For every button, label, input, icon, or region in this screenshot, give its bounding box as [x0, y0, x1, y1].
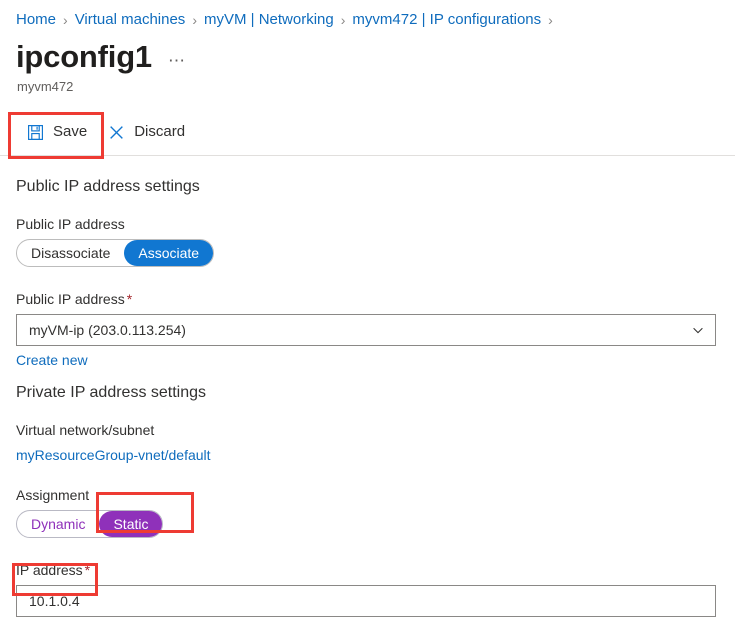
discard-button[interactable]: Discard	[97, 113, 195, 151]
save-button[interactable]: Save	[16, 113, 97, 151]
public-ip-section-heading: Public IP address settings	[16, 178, 200, 195]
ip-address-input[interactable]	[16, 585, 716, 617]
form-body: Public IP address settings Public IP add…	[0, 154, 735, 617]
close-x-icon	[107, 123, 125, 141]
save-floppy-icon	[26, 123, 44, 141]
required-asterisk: *	[126, 291, 133, 307]
pill-associate[interactable]: Associate	[124, 240, 214, 266]
public-ip-association-toggle[interactable]: Disassociate Associate	[16, 239, 215, 267]
vnet-subnet-link[interactable]: myResourceGroup-vnet/default	[16, 445, 211, 465]
breadcrumb-separator-icon: ›	[548, 12, 553, 28]
breadcrumb-separator-icon: ›	[63, 12, 68, 28]
discard-button-label: Discard	[134, 123, 186, 140]
page-header: ipconfig1 ⋯	[0, 30, 735, 76]
private-ip-section-heading: Private IP address settings	[16, 384, 207, 401]
page-subtitle: myvm472	[17, 79, 74, 94]
ip-address-label-text: IP address	[16, 562, 83, 578]
ip-address-label: IP address *	[16, 560, 735, 580]
required-asterisk: *	[84, 562, 91, 578]
chevron-down-icon	[691, 323, 705, 337]
vnet-subnet-label: Virtual network/subnet	[16, 422, 155, 438]
public-ip-select[interactable]: myVM-ip (203.0.113.254)	[16, 314, 716, 346]
public-ip-select-value: myVM-ip (203.0.113.254)	[29, 322, 186, 338]
breadcrumb-item-ip-configurations[interactable]: myvm472 | IP configurations	[352, 10, 541, 30]
breadcrumb-item-home[interactable]: Home	[16, 10, 56, 30]
pill-dynamic[interactable]: Dynamic	[17, 511, 99, 537]
breadcrumb-item-virtual-machines[interactable]: Virtual machines	[75, 10, 186, 30]
command-bar: Save Discard	[0, 110, 735, 156]
public-ip-select-label: Public IP address *	[16, 289, 735, 309]
breadcrumb-separator-icon: ›	[340, 12, 346, 28]
assignment-toggle[interactable]: Dynamic Static	[16, 510, 164, 538]
public-ip-toggle-label: Public IP address	[16, 216, 125, 232]
public-ip-select-label-text: Public IP address	[16, 291, 125, 307]
create-new-public-ip-link[interactable]: Create new	[16, 350, 88, 370]
breadcrumb-item-myvm-networking[interactable]: myVM | Networking	[204, 10, 334, 30]
breadcrumb-separator-icon: ›	[192, 12, 197, 28]
pill-static[interactable]: Static	[99, 511, 163, 537]
save-button-label: Save	[53, 123, 88, 140]
assignment-label: Assignment	[16, 487, 90, 503]
breadcrumb: Home › Virtual machines › myVM | Network…	[0, 0, 735, 30]
more-options-icon[interactable]: ⋯	[168, 43, 187, 71]
pill-disassociate[interactable]: Disassociate	[17, 240, 124, 266]
command-bar-divider	[0, 155, 735, 156]
page-title: ipconfig1	[16, 39, 152, 74]
